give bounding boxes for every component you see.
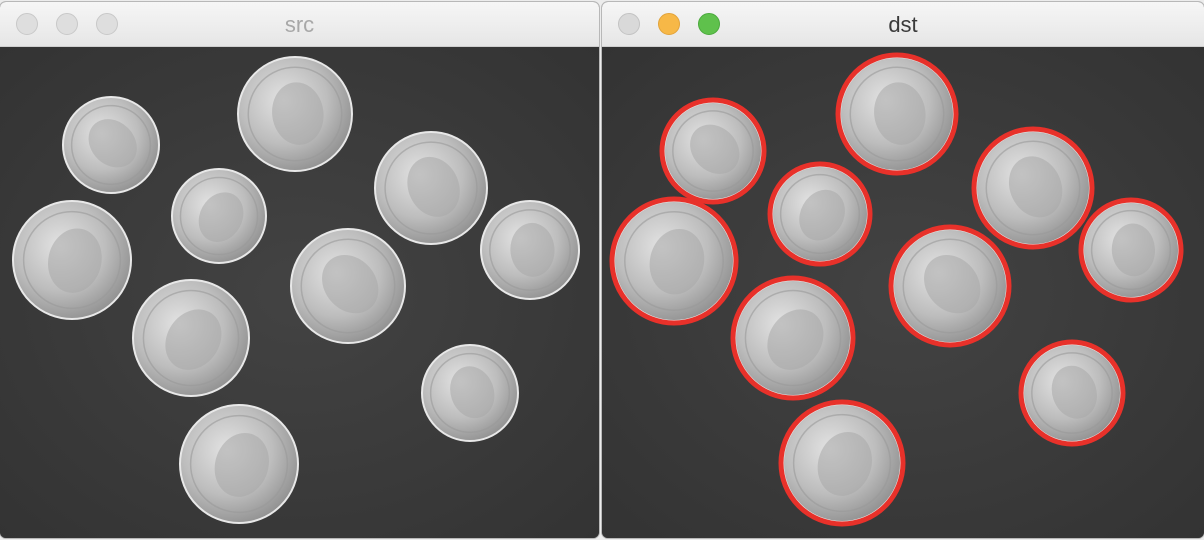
coin — [374, 131, 488, 245]
dst-window: dst — [602, 2, 1204, 538]
window-title: dst — [888, 12, 918, 37]
coin — [237, 56, 353, 172]
coin — [839, 56, 955, 172]
title-bar[interactable]: dst — [602, 2, 1204, 47]
coin — [975, 130, 1091, 246]
coin — [62, 96, 160, 194]
coin — [892, 228, 1008, 344]
coin — [613, 200, 735, 322]
src-window: src — [0, 2, 599, 538]
coin — [290, 228, 406, 344]
coin — [421, 344, 519, 442]
coin — [782, 403, 902, 523]
title-bar[interactable]: src — [0, 2, 599, 47]
coin — [12, 200, 132, 320]
detected-coins-image — [602, 47, 1204, 538]
coin — [171, 168, 267, 264]
window-title: src — [284, 12, 315, 37]
coin — [132, 279, 250, 397]
coin — [480, 200, 580, 300]
coin — [179, 404, 299, 524]
coins-image — [0, 47, 599, 538]
coin — [734, 279, 852, 397]
